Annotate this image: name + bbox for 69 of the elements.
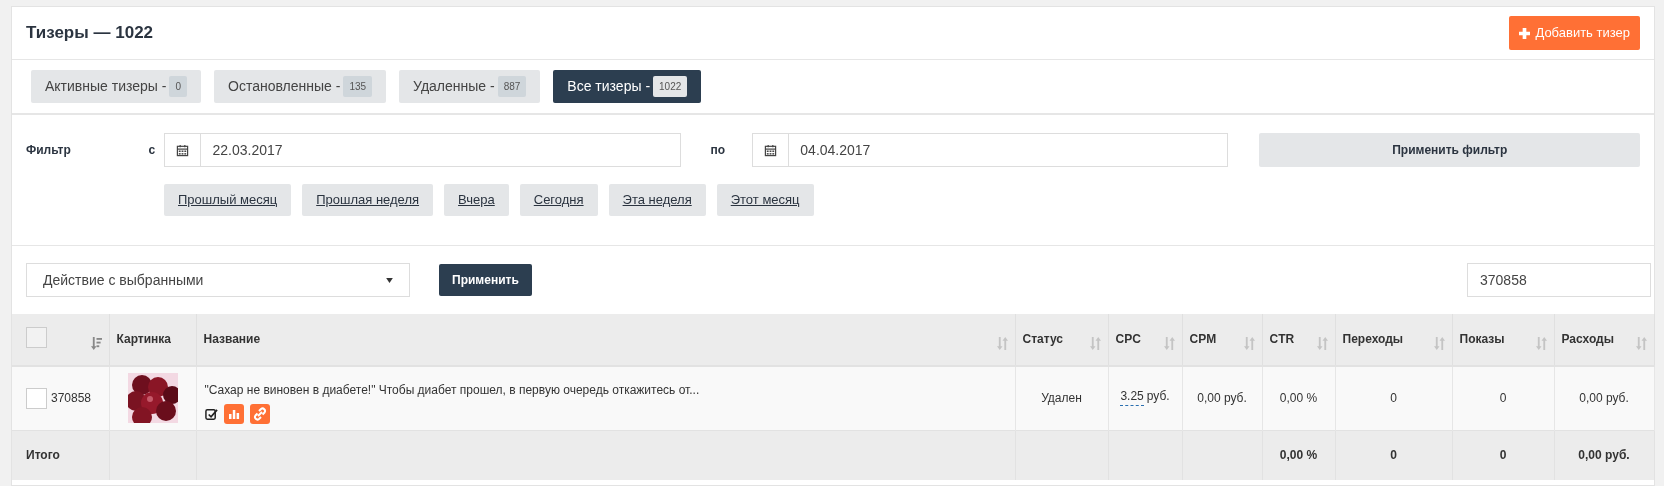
sort-icon[interactable] <box>1433 337 1445 350</box>
select-value: Действие с выбранными <box>43 270 204 290</box>
calendar-button[interactable] <box>752 133 790 167</box>
table-cell: 0 <box>1390 391 1397 406</box>
cpc-link[interactable]: 3.25 <box>1120 387 1144 406</box>
to-date-field[interactable]: 04.04.2017 <box>789 133 1229 167</box>
column-header[interactable]: Расходы <box>1561 332 1614 346</box>
plus-icon <box>1519 27 1531 39</box>
date-range-link[interactable]: Прошлая неделя <box>302 184 434 216</box>
sort-icon[interactable] <box>1089 337 1101 350</box>
status-text: Удален <box>1041 391 1082 406</box>
calendar-button[interactable] <box>164 133 202 167</box>
table-cell: 0,00 руб. <box>1197 391 1247 406</box>
date-range-link[interactable]: Эта неделя <box>608 184 706 216</box>
date-range-link[interactable]: Вчера <box>444 184 509 216</box>
tab[interactable]: Все тизеры - 1022 <box>553 70 702 103</box>
tab-count: 1022 <box>653 76 688 97</box>
column-header[interactable]: CTR <box>1269 332 1295 346</box>
total-cell: 0,00 руб. <box>1578 448 1630 463</box>
apply-filter-button[interactable]: Применить фильтр <box>1259 133 1640 167</box>
checkbox[interactable] <box>26 387 47 409</box>
from-label: с <box>148 142 157 159</box>
total-cell: 0 <box>1390 448 1397 463</box>
sort-icon[interactable] <box>1163 337 1175 350</box>
cpc-unit: руб. <box>1146 388 1170 405</box>
sort-icon[interactable] <box>1635 337 1647 350</box>
tab[interactable]: Активные тизеры - 0 <box>31 70 201 103</box>
sort-icon[interactable] <box>996 337 1008 350</box>
total-cell: 0,00 % <box>1279 448 1318 463</box>
total-cell: 0 <box>1499 448 1507 463</box>
from-date-field[interactable]: 22.03.2017 <box>201 133 682 167</box>
checkbox[interactable] <box>26 327 47 348</box>
column-header[interactable]: Название <box>203 332 261 346</box>
dropdown-icon <box>386 277 393 283</box>
calendar-icon <box>764 143 778 157</box>
action-select[interactable]: Действие с выбранными <box>26 263 410 297</box>
link-icon[interactable] <box>249 404 270 424</box>
column-header[interactable]: Статус <box>1022 332 1063 346</box>
tab[interactable]: Остановленные - 135 <box>214 70 387 103</box>
column-header[interactable]: Показы <box>1459 332 1505 346</box>
sort-icon[interactable] <box>1243 337 1255 350</box>
column-header[interactable]: CPC <box>1115 332 1141 346</box>
date-range-link[interactable]: Сегодня <box>519 184 598 216</box>
tab-count: 135 <box>343 76 373 97</box>
tab-count: 887 <box>497 76 527 97</box>
total-label: Итого <box>26 448 60 463</box>
calendar-icon <box>176 143 190 157</box>
table-cell: 0 <box>1499 391 1507 406</box>
filter-label: Фильтр <box>26 142 72 159</box>
search-field[interactable]: 370858 <box>1467 263 1651 297</box>
page-title: Тизеры — 1022 <box>26 22 154 45</box>
date-range-link[interactable]: Этот месяц <box>716 184 814 216</box>
table-cell: 0,00 % <box>1279 391 1318 406</box>
apply-button[interactable]: Применить <box>439 264 532 296</box>
sort-icon[interactable] <box>1535 337 1547 350</box>
table-cell: 0,00 руб. <box>1579 391 1629 406</box>
to-label: по <box>709 142 727 159</box>
teaser-title: "Сахар не виновен в диабете!" Чтобы диабет прошел, в первую очередь откажитесь от... <box>204 382 701 399</box>
bar-chart-icon[interactable] <box>223 404 244 424</box>
tab-count: 0 <box>169 76 187 97</box>
checkbox-icon[interactable] <box>204 407 218 421</box>
sort-icon[interactable] <box>1316 337 1328 350</box>
date-range-link[interactable]: Прошлый месяц <box>164 184 292 216</box>
column-header[interactable]: Переходы <box>1342 332 1404 346</box>
sort-descending-icon[interactable] <box>90 337 102 350</box>
column-header[interactable]: CPM <box>1189 332 1217 346</box>
row-id: 370858 <box>51 390 92 408</box>
tab[interactable]: Удаленные - 887 <box>399 70 541 103</box>
column-header[interactable]: Картинка <box>116 332 171 346</box>
